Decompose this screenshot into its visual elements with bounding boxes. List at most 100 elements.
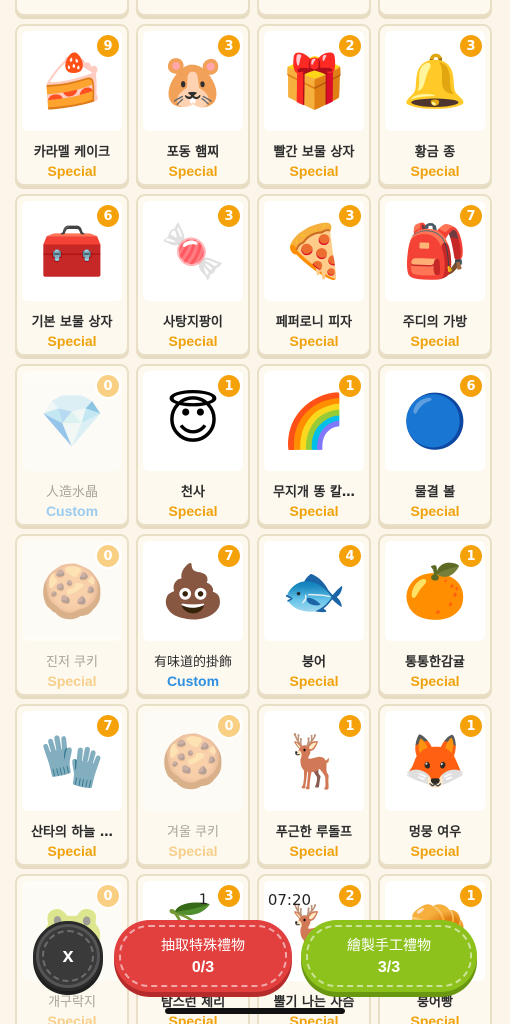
- craft-handmade-gift-button[interactable]: 繪製手工禮物 3/3: [301, 920, 477, 992]
- draw-special-gift-label: 抽取特殊禮物: [161, 938, 245, 954]
- count-badge: 3: [339, 205, 361, 227]
- status-bar: 1 07:20: [0, 888, 510, 912]
- gift-type-tag: Special: [168, 843, 218, 859]
- count-badge: 1: [339, 375, 361, 397]
- gift-name: 포동 햄찌: [166, 145, 220, 160]
- gift-name: 황금 종: [414, 145, 456, 160]
- gift-name: 멍뭉 여우: [408, 825, 462, 840]
- gift-type-tag: Special: [168, 503, 218, 519]
- count-badge: 0: [218, 715, 240, 737]
- count-badge: 6: [460, 375, 482, 397]
- count-badge: 7: [218, 545, 240, 567]
- count-badge: 4: [339, 545, 361, 567]
- gift-grid: 🍰 9 카라멜 케이크 Special 🐹 3 포동 햄찌 Special 🎁 2 빨간 보물 상자…: [15, 0, 495, 1024]
- gift-name: 사탕지팡이: [163, 315, 223, 330]
- count-badge: 7: [97, 715, 119, 737]
- count-badge: 3: [218, 205, 240, 227]
- close-label: x: [62, 944, 74, 967]
- gift-type-tag: Special: [289, 333, 339, 349]
- gift-card[interactable]: 💩 7 有味道的掛飾 Custom: [136, 534, 250, 696]
- gift-type-tag: Custom: [45, 503, 99, 519]
- gift-name: 겨울 쿠키: [167, 825, 219, 840]
- gift-type-tag: Special: [410, 1013, 460, 1024]
- gift-type-tag: Special: [168, 1013, 218, 1024]
- count-badge: 1: [218, 375, 240, 397]
- gift-card[interactable]: 🐹 3 포동 햄찌 Special: [136, 24, 250, 186]
- gift-card[interactable]: [15, 0, 129, 16]
- gift-name: 푸근한 루돌프: [275, 825, 353, 840]
- clock-time: 07:20: [267, 891, 312, 909]
- gift-card[interactable]: 🍪 0 진저 쿠키 Special: [15, 534, 129, 696]
- gift-card[interactable]: 🔔 3 황금 종 Special: [378, 24, 492, 186]
- gift-name: 천사: [181, 485, 205, 500]
- gift-type-tag: Special: [47, 333, 97, 349]
- gift-card[interactable]: 🔵 6 물결 볼 Special: [378, 364, 492, 526]
- gift-card[interactable]: 🧤 7 산타의 하늘 … Special: [15, 704, 129, 866]
- gift-card[interactable]: 🐟 4 붕어 Special: [257, 534, 371, 696]
- craft-handmade-gift-label: 繪製手工禮物: [347, 938, 431, 954]
- gift-card[interactable]: 🍰 9 카라멜 케이크 Special: [15, 24, 129, 186]
- gift-type-tag: Special: [47, 163, 97, 179]
- gift-name: 有味道的掛飾: [153, 655, 232, 670]
- count-badge: 0: [97, 375, 119, 397]
- gift-card[interactable]: 🦊 1 멍뭉 여우 Special: [378, 704, 492, 866]
- count-badge: 3: [218, 35, 240, 57]
- count-badge: 2: [339, 35, 361, 57]
- count-badge: 9: [97, 35, 119, 57]
- gift-name: 물결 볼: [414, 485, 456, 500]
- gift-type-tag: Special: [410, 843, 460, 859]
- count-badge: 0: [97, 545, 119, 567]
- gift-card[interactable]: 🍕 3 페퍼로니 피자 Special: [257, 194, 371, 356]
- gift-name: 카라멜 케이크: [33, 145, 111, 160]
- count-badge: 1: [460, 545, 482, 567]
- home-indicator: [165, 1008, 345, 1014]
- count-badge: 1: [339, 715, 361, 737]
- gift-card[interactable]: 🧰 6 기본 보물 상자 Special: [15, 194, 129, 356]
- gift-card[interactable]: 🍬 3 사탕지팡이 Special: [136, 194, 250, 356]
- count-badge: 1: [460, 715, 482, 737]
- gift-name: 산타의 하늘 …: [31, 825, 113, 840]
- gift-card[interactable]: 🍊 1 통통한감귤 Special: [378, 534, 492, 696]
- gift-name: 기본 보물 상자: [31, 315, 113, 330]
- draw-special-gift-button[interactable]: 抽取特殊禮物 0/3: [114, 920, 292, 992]
- gift-name: 붕어빵: [417, 995, 453, 1010]
- gift-name: 통통한감귤: [405, 655, 465, 670]
- gift-type-tag: Special: [47, 1013, 97, 1024]
- gift-name: 무지개 똥 칼…: [273, 485, 355, 500]
- gift-name: 빨간 보물 상자: [273, 145, 355, 160]
- gift-name: 붕어: [302, 655, 326, 670]
- gift-card[interactable]: 😇 1 천사 Special: [136, 364, 250, 526]
- gift-type-tag: Special: [47, 673, 97, 689]
- gift-card[interactable]: [257, 0, 371, 16]
- gift-type-tag: Special: [289, 673, 339, 689]
- gift-card[interactable]: 🎁 2 빨간 보물 상자 Special: [257, 24, 371, 186]
- gift-type-tag: Special: [168, 163, 218, 179]
- gift-card[interactable]: 🌈 1 무지개 똥 칼… Special: [257, 364, 371, 526]
- count-badge: 7: [460, 205, 482, 227]
- gift-type-tag: Custom: [166, 673, 220, 689]
- close-button[interactable]: x: [33, 921, 103, 991]
- count-badge: 3: [460, 35, 482, 57]
- gift-card[interactable]: [136, 0, 250, 16]
- gift-name: 人造水晶: [45, 485, 98, 500]
- gift-type-tag: Special: [410, 163, 460, 179]
- gift-name: 진저 쿠키: [46, 655, 98, 670]
- gift-type-tag: Special: [289, 163, 339, 179]
- status-left-text: 1: [198, 892, 208, 908]
- gift-card[interactable]: 🍪 0 겨울 쿠키 Special: [136, 704, 250, 866]
- gift-type-tag: Special: [289, 1013, 339, 1024]
- gift-card[interactable]: 💎 0 人造水晶 Custom: [15, 364, 129, 526]
- gift-type-tag: Special: [289, 503, 339, 519]
- gift-type-tag: Special: [47, 843, 97, 859]
- gift-name: 주디의 가방: [402, 315, 468, 330]
- gift-type-tag: Special: [410, 333, 460, 349]
- craft-handmade-gift-count: 3/3: [377, 959, 401, 976]
- gift-card[interactable]: [378, 0, 492, 16]
- gift-card[interactable]: 🎒 7 주디의 가방 Special: [378, 194, 492, 356]
- gift-type-tag: Special: [289, 843, 339, 859]
- gift-type-tag: Special: [410, 503, 460, 519]
- draw-special-gift-count: 0/3: [191, 959, 215, 976]
- gift-name: 페퍼로니 피자: [275, 315, 353, 330]
- gift-name: 개구락지: [48, 995, 96, 1010]
- gift-card[interactable]: 🦌 1 푸근한 루돌프 Special: [257, 704, 371, 866]
